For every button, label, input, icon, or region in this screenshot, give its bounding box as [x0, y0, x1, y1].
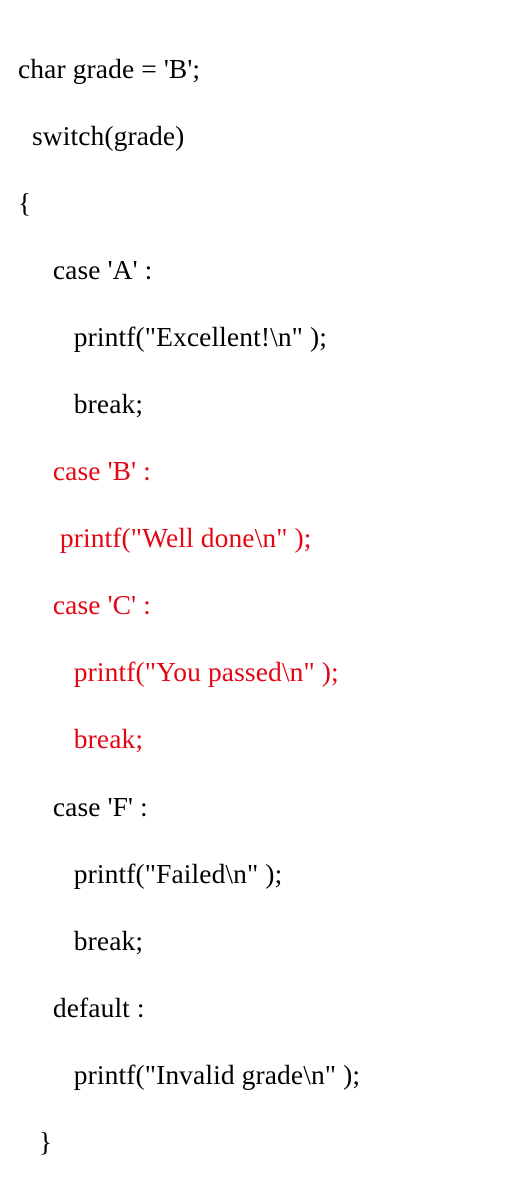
- code-line: case 'A' :: [18, 253, 506, 287]
- code-line-highlighted: break;: [18, 722, 506, 756]
- code-line: {: [18, 186, 506, 220]
- code-line: break;: [18, 387, 506, 421]
- code-line-highlighted: printf("Well done\n" );: [18, 521, 506, 555]
- code-line: break;: [18, 924, 506, 958]
- code-line-highlighted: case 'B' :: [18, 454, 506, 488]
- code-line-highlighted: printf("You passed\n" );: [18, 655, 506, 689]
- code-line: printf("Invalid grade\n" );: [18, 1058, 506, 1092]
- code-line: switch(grade): [18, 119, 506, 153]
- code-block: char grade = 'B'; switch(grade) { case '…: [0, 0, 516, 1202]
- code-line-highlighted: case 'C' :: [18, 588, 506, 622]
- code-line: }: [18, 1125, 506, 1159]
- code-line: char grade = 'B';: [18, 52, 506, 86]
- code-line: case 'F' :: [18, 790, 506, 824]
- code-line: printf("Failed\n" );: [18, 857, 506, 891]
- code-line: printf("Excellent!\n" );: [18, 320, 506, 354]
- code-line: default :: [18, 991, 506, 1025]
